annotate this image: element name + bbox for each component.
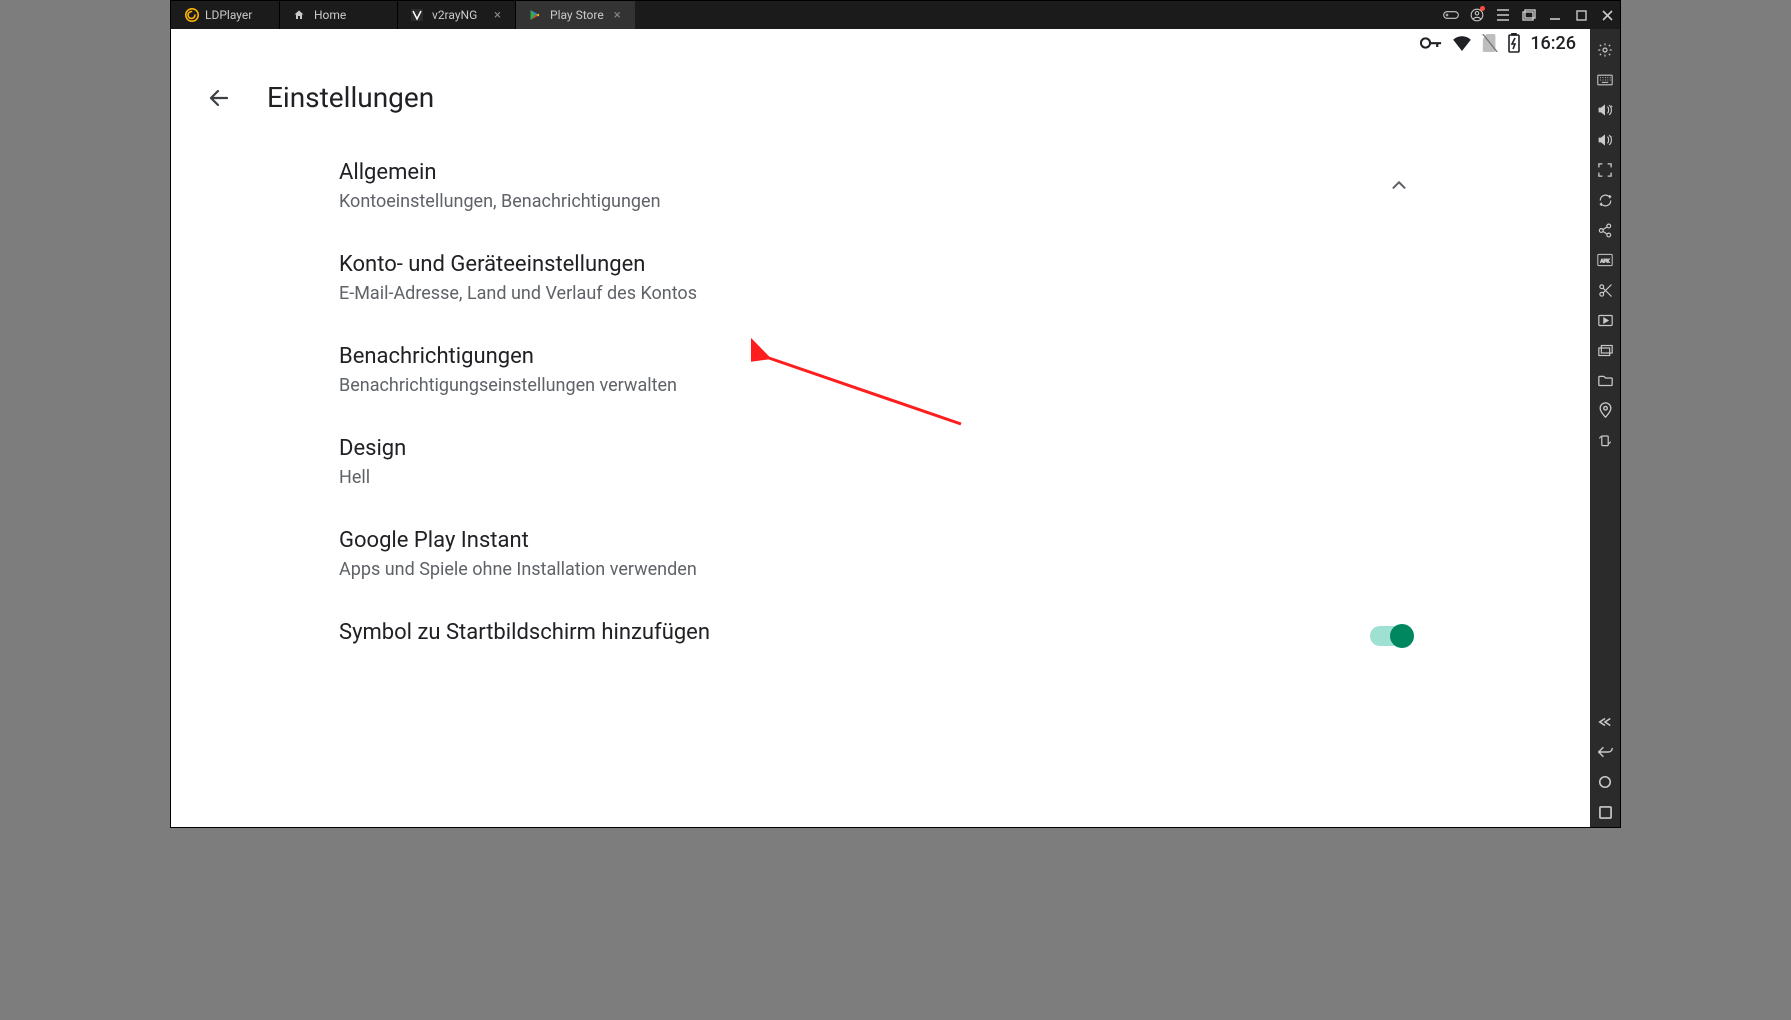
emulator-window: LDPlayer Home v2rayNG × Play Store <box>170 0 1621 828</box>
settings-gear-icon[interactable] <box>1590 35 1620 65</box>
v2ray-icon <box>410 8 424 22</box>
recent-nav-icon[interactable] <box>1590 797 1620 827</box>
svg-text:+: + <box>1610 104 1613 110</box>
emulator-side-toolbar: + − APK <box>1590 29 1620 827</box>
android-status-bar: 16:26 <box>171 29 1590 57</box>
play-video-icon[interactable] <box>1590 305 1620 335</box>
tab-label: v2rayNG <box>432 8 477 22</box>
chevron-up-icon <box>1388 174 1410 196</box>
maximize-icon[interactable] <box>1568 1 1594 29</box>
settings-item-title: Google Play Instant <box>339 528 697 553</box>
vpn-key-icon <box>1420 36 1442 50</box>
settings-item-subtitle: Kontoeinstellungen, Benachrichtigungen <box>339 191 661 212</box>
title-bar: LDPlayer Home v2rayNG × Play Store <box>171 1 1620 29</box>
tab-label: Play Store <box>550 8 604 22</box>
share-icon[interactable] <box>1590 215 1620 245</box>
menu-icon[interactable] <box>1490 1 1516 29</box>
settings-item-title: Konto- und Geräteeinstellungen <box>339 252 697 277</box>
tab-label: Home <box>314 8 346 22</box>
toggle-switch[interactable] <box>1370 626 1410 646</box>
tab-play-store[interactable]: Play Store × <box>515 1 635 29</box>
page-header: Einstellungen <box>171 57 1590 124</box>
settings-item-subtitle: Benachrichtigungseinstellungen verwalten <box>339 375 677 396</box>
apk-icon[interactable]: APK <box>1590 245 1620 275</box>
svg-text:APK: APK <box>1600 258 1610 264</box>
settings-item-title: Benachrichtigungen <box>339 344 677 369</box>
volume-up-icon[interactable]: + <box>1590 95 1620 125</box>
settings-item-title: Allgemein <box>339 160 661 185</box>
tab-strip: Home v2rayNG × Play Store × <box>279 1 1438 29</box>
back-nav-icon[interactable] <box>1590 737 1620 767</box>
play-store-icon <box>528 8 542 22</box>
tab-home[interactable]: Home <box>279 1 397 29</box>
settings-item-startbildschirm[interactable]: Symbol zu Startbildschirm hinzufügen <box>339 600 1590 646</box>
multi-instance-icon[interactable] <box>1516 1 1542 29</box>
settings-item-subtitle: E-Mail-Adresse, Land und Verlauf des Kon… <box>339 283 697 304</box>
app-brand-label: LDPlayer <box>205 8 252 22</box>
android-screen: 16:26 Einstellungen Allgemein Kontoeinst… <box>171 29 1590 827</box>
status-time: 16:26 <box>1530 33 1576 54</box>
page-title: Einstellungen <box>267 81 434 114</box>
gamepad-icon[interactable] <box>1438 1 1464 29</box>
settings-item-play-instant[interactable]: Google Play Instant Apps und Spiele ohne… <box>339 508 1590 600</box>
settings-item-title: Design <box>339 436 406 461</box>
svg-text:−: − <box>1609 133 1613 141</box>
app-brand: LDPlayer <box>171 1 279 29</box>
keyboard-icon[interactable] <box>1590 65 1620 95</box>
home-icon <box>292 8 306 22</box>
expand-icon[interactable] <box>1590 707 1620 737</box>
back-arrow-icon[interactable] <box>207 86 231 110</box>
settings-item-benachrichtigungen[interactable]: Benachrichtigungen Benachrichtigungseins… <box>339 324 1590 416</box>
minimize-icon[interactable] <box>1542 1 1568 29</box>
no-sim-icon <box>1482 34 1498 52</box>
multi-window-icon[interactable] <box>1590 335 1620 365</box>
settings-item-title: Symbol zu Startbildschirm hinzufügen <box>339 620 710 645</box>
fullscreen-icon[interactable] <box>1590 155 1620 185</box>
ldplayer-logo-icon <box>185 8 199 22</box>
scissors-icon[interactable] <box>1590 275 1620 305</box>
settings-item-design[interactable]: Design Hell <box>339 416 1590 508</box>
location-pin-icon[interactable] <box>1590 395 1620 425</box>
window-controls <box>1438 1 1620 29</box>
rotate-icon[interactable] <box>1590 425 1620 455</box>
close-icon[interactable]: × <box>612 8 623 23</box>
account-icon[interactable] <box>1464 1 1490 29</box>
sync-icon[interactable] <box>1590 185 1620 215</box>
settings-item-allgemein[interactable]: Allgemein Kontoeinstellungen, Benachrich… <box>339 140 1590 232</box>
settings-item-subtitle: Apps und Spiele ohne Installation verwen… <box>339 559 697 580</box>
home-nav-icon[interactable] <box>1590 767 1620 797</box>
settings-item-konto[interactable]: Konto- und Geräteeinstellungen E-Mail-Ad… <box>339 232 1590 324</box>
tab-v2rayng[interactable]: v2rayNG × <box>397 1 515 29</box>
volume-down-icon[interactable]: − <box>1590 125 1620 155</box>
battery-charging-icon <box>1508 33 1520 53</box>
close-icon[interactable]: × <box>492 8 503 23</box>
wifi-icon <box>1452 35 1472 51</box>
settings-item-subtitle: Hell <box>339 467 406 488</box>
settings-list: Allgemein Kontoeinstellungen, Benachrich… <box>171 124 1590 827</box>
folder-icon[interactable] <box>1590 365 1620 395</box>
close-icon[interactable] <box>1594 1 1620 29</box>
